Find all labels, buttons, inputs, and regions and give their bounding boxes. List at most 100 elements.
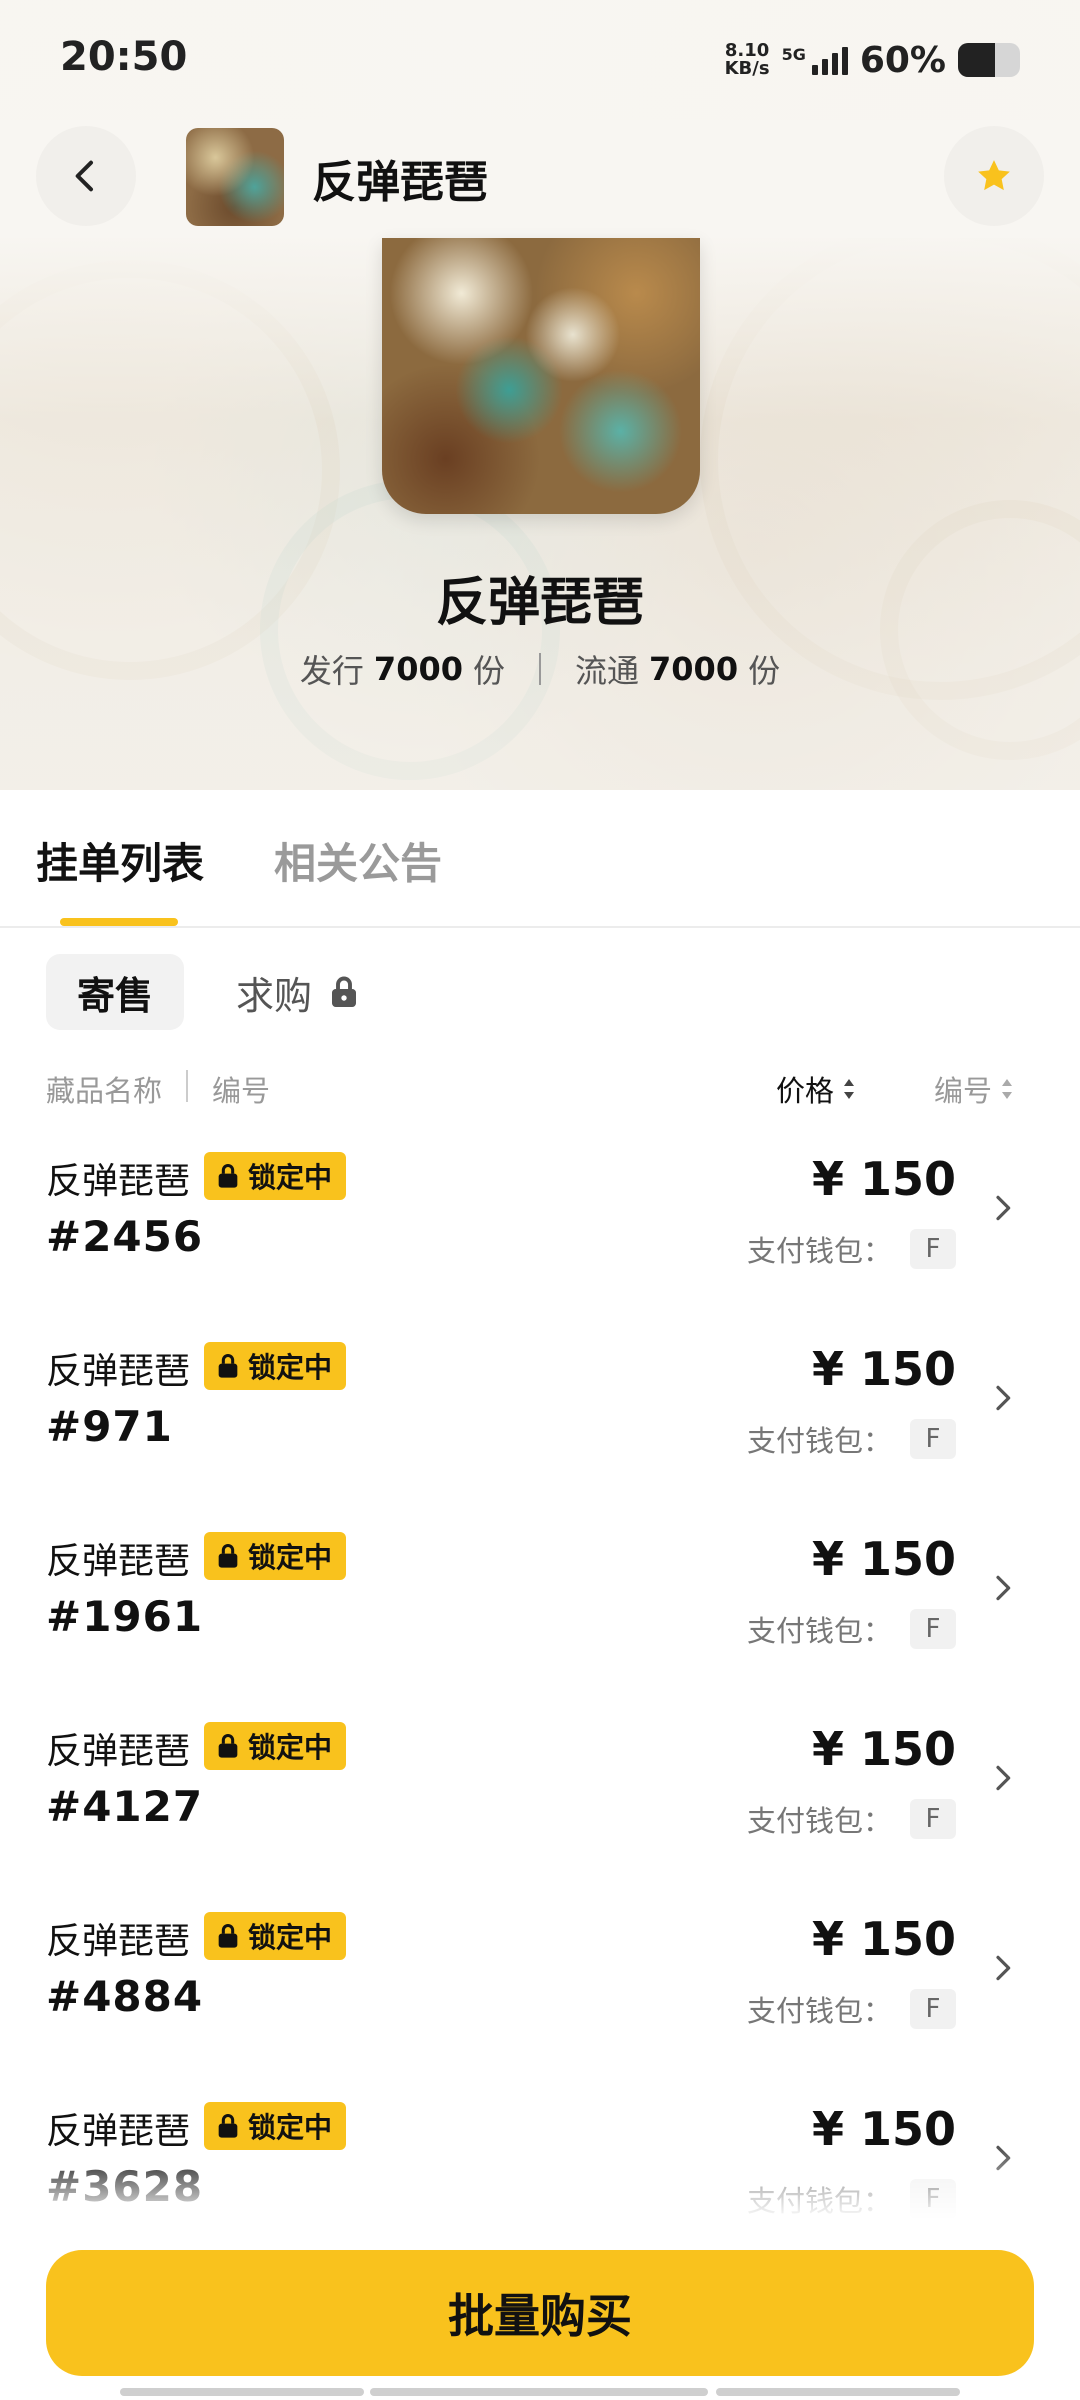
lock-icon	[218, 1924, 238, 1948]
nav-indicator	[716, 2388, 960, 2396]
item-name: 反弹琵琶	[46, 2111, 191, 2152]
network-speed: 8.10 KB/s	[725, 42, 770, 78]
favorite-button[interactable]	[944, 126, 1044, 226]
sort-icon	[844, 1079, 855, 1099]
locked-badge: 锁定中	[204, 1152, 347, 1200]
item-number: #4884	[46, 1972, 204, 2021]
column-number: 编号	[212, 1074, 271, 1108]
sort-by-number[interactable]: 编号	[934, 1068, 1014, 1110]
payment-wallet: 支付钱包： F	[747, 1608, 956, 1650]
item-number: #1961	[46, 1592, 204, 1641]
lock-icon	[218, 1164, 238, 1188]
bulk-buy-button[interactable]: 批量购买	[46, 2250, 1034, 2376]
payment-wallet: 支付钱包： F	[747, 1988, 956, 2030]
chevron-left-icon	[75, 160, 93, 192]
sort-by-price[interactable]: 价格	[776, 1068, 856, 1110]
item-name: 反弹琵琶	[46, 1161, 191, 1202]
lock-icon	[218, 2114, 238, 2138]
wallet-tag: F	[910, 1609, 956, 1649]
status-bar: 20:50 8.10 KB/s 5G 60%	[0, 0, 1080, 120]
network-type: 5G	[781, 45, 806, 64]
tab-listings[interactable]: 挂单列表	[36, 830, 204, 891]
item-name: 反弹琵琶	[46, 1351, 191, 1392]
header-title: 反弹琵琶	[312, 157, 488, 208]
sort-number-label: 编号	[934, 1074, 993, 1108]
payment-wallet: 支付钱包： F	[747, 1228, 956, 1270]
locked-label: 锁定中	[248, 1921, 333, 1954]
list-item[interactable]: 反弹琵琶 锁定中 #971 ¥ 150 支付钱包： F	[0, 1320, 1080, 1510]
locked-badge: 锁定中	[204, 1342, 347, 1390]
locked-badge: 锁定中	[204, 1912, 347, 1960]
active-tab-indicator	[60, 918, 178, 926]
locked-badge: 锁定中	[204, 2102, 347, 2150]
wallet-label: 支付钱包：	[746, 1804, 892, 1838]
circulating-value: 7000	[649, 650, 739, 688]
stats-divider	[539, 653, 541, 685]
locked-label: 锁定中	[248, 2111, 333, 2144]
payment-wallet: 支付钱包： F	[747, 1418, 956, 1460]
item-price: ¥ 150	[811, 1342, 956, 1396]
circulating-label: 流通	[575, 652, 640, 690]
back-button[interactable]	[36, 126, 136, 226]
network-speed-unit: KB/s	[724, 58, 770, 79]
list-item[interactable]: 反弹琵琶 锁定中 #4127 ¥ 150 支付钱包： F	[0, 1700, 1080, 1890]
battery-icon	[958, 43, 1020, 77]
locked-label: 锁定中	[248, 1351, 333, 1384]
item-number: #4127	[46, 1782, 204, 1831]
circulating-unit: 份	[748, 652, 781, 690]
item-number: #2456	[46, 1212, 204, 1261]
locked-label: 锁定中	[248, 1731, 333, 1764]
main-tabs: 挂单列表 相关公告	[0, 790, 1080, 928]
item-price: ¥ 150	[811, 1532, 956, 1586]
collection-stats: 发行 7000 份 流通 7000 份	[0, 646, 1080, 692]
wallet-tag: F	[910, 1419, 956, 1459]
issued-label: 发行	[299, 652, 364, 690]
wallet-tag: F	[910, 1799, 956, 1839]
sort-icon	[1002, 1079, 1013, 1099]
subtab-buy-label: 求购	[236, 973, 313, 1018]
nav-indicator	[370, 2388, 708, 2396]
payment-wallet: 支付钱包： F	[747, 1798, 956, 1840]
lock-icon	[218, 1734, 238, 1758]
nav-indicator	[120, 2388, 364, 2396]
subtab-buy[interactable]: 求购	[236, 954, 362, 1030]
locked-badge: 锁定中	[204, 1722, 347, 1770]
list-item[interactable]: 反弹琵琶 锁定中 #4884 ¥ 150 支付钱包： F	[0, 1890, 1080, 2080]
status-indicators: 8.10 KB/s 5G 60%	[725, 38, 1020, 82]
issued-value: 7000	[373, 650, 463, 688]
chevron-right-icon	[996, 1765, 1011, 1791]
wallet-label: 支付钱包：	[746, 1614, 892, 1648]
chevron-right-icon	[996, 1385, 1011, 1411]
wallet-label: 支付钱包：	[746, 1234, 892, 1268]
item-price: ¥ 150	[811, 2102, 956, 2156]
chevron-right-icon	[996, 1575, 1011, 1601]
wallet-label: 支付钱包：	[746, 1994, 892, 2028]
chevron-right-icon	[996, 1195, 1011, 1221]
header-thumbnail	[186, 128, 284, 226]
collection-cover-image	[382, 238, 700, 514]
list-item[interactable]: 反弹琵琶 锁定中 #2456 ¥ 150 支付钱包： F	[0, 1130, 1080, 1320]
item-number: #971	[46, 1402, 173, 1451]
sort-price-label: 价格	[776, 1074, 835, 1108]
item-price: ¥ 150	[811, 1152, 956, 1206]
locked-badge: 锁定中	[204, 1532, 347, 1580]
column-divider	[186, 1070, 188, 1102]
wallet-label: 支付钱包：	[746, 1424, 892, 1458]
lock-icon	[218, 1544, 238, 1568]
wallet-tag: F	[910, 1989, 956, 2029]
chevron-right-icon	[996, 1955, 1011, 1981]
tab-announcements[interactable]: 相关公告	[274, 830, 442, 891]
status-time: 20:50	[60, 34, 188, 80]
list-column-header: 藏品名称 编号 价格 编号	[0, 1060, 1080, 1110]
subtab-sell[interactable]: 寄售	[46, 954, 184, 1030]
battery-percent: 60%	[859, 39, 946, 81]
wallet-tag: F	[910, 1229, 956, 1269]
collection-title: 反弹琵琶	[435, 573, 644, 633]
lock-icon	[332, 976, 357, 1007]
locked-label: 锁定中	[248, 1161, 333, 1194]
issued-unit: 份	[472, 652, 505, 690]
list-fade	[0, 2150, 1080, 2220]
locked-label: 锁定中	[248, 1541, 333, 1574]
list-item[interactable]: 反弹琵琶 锁定中 #1961 ¥ 150 支付钱包： F	[0, 1510, 1080, 1700]
signal-icon: 5G	[782, 45, 848, 75]
